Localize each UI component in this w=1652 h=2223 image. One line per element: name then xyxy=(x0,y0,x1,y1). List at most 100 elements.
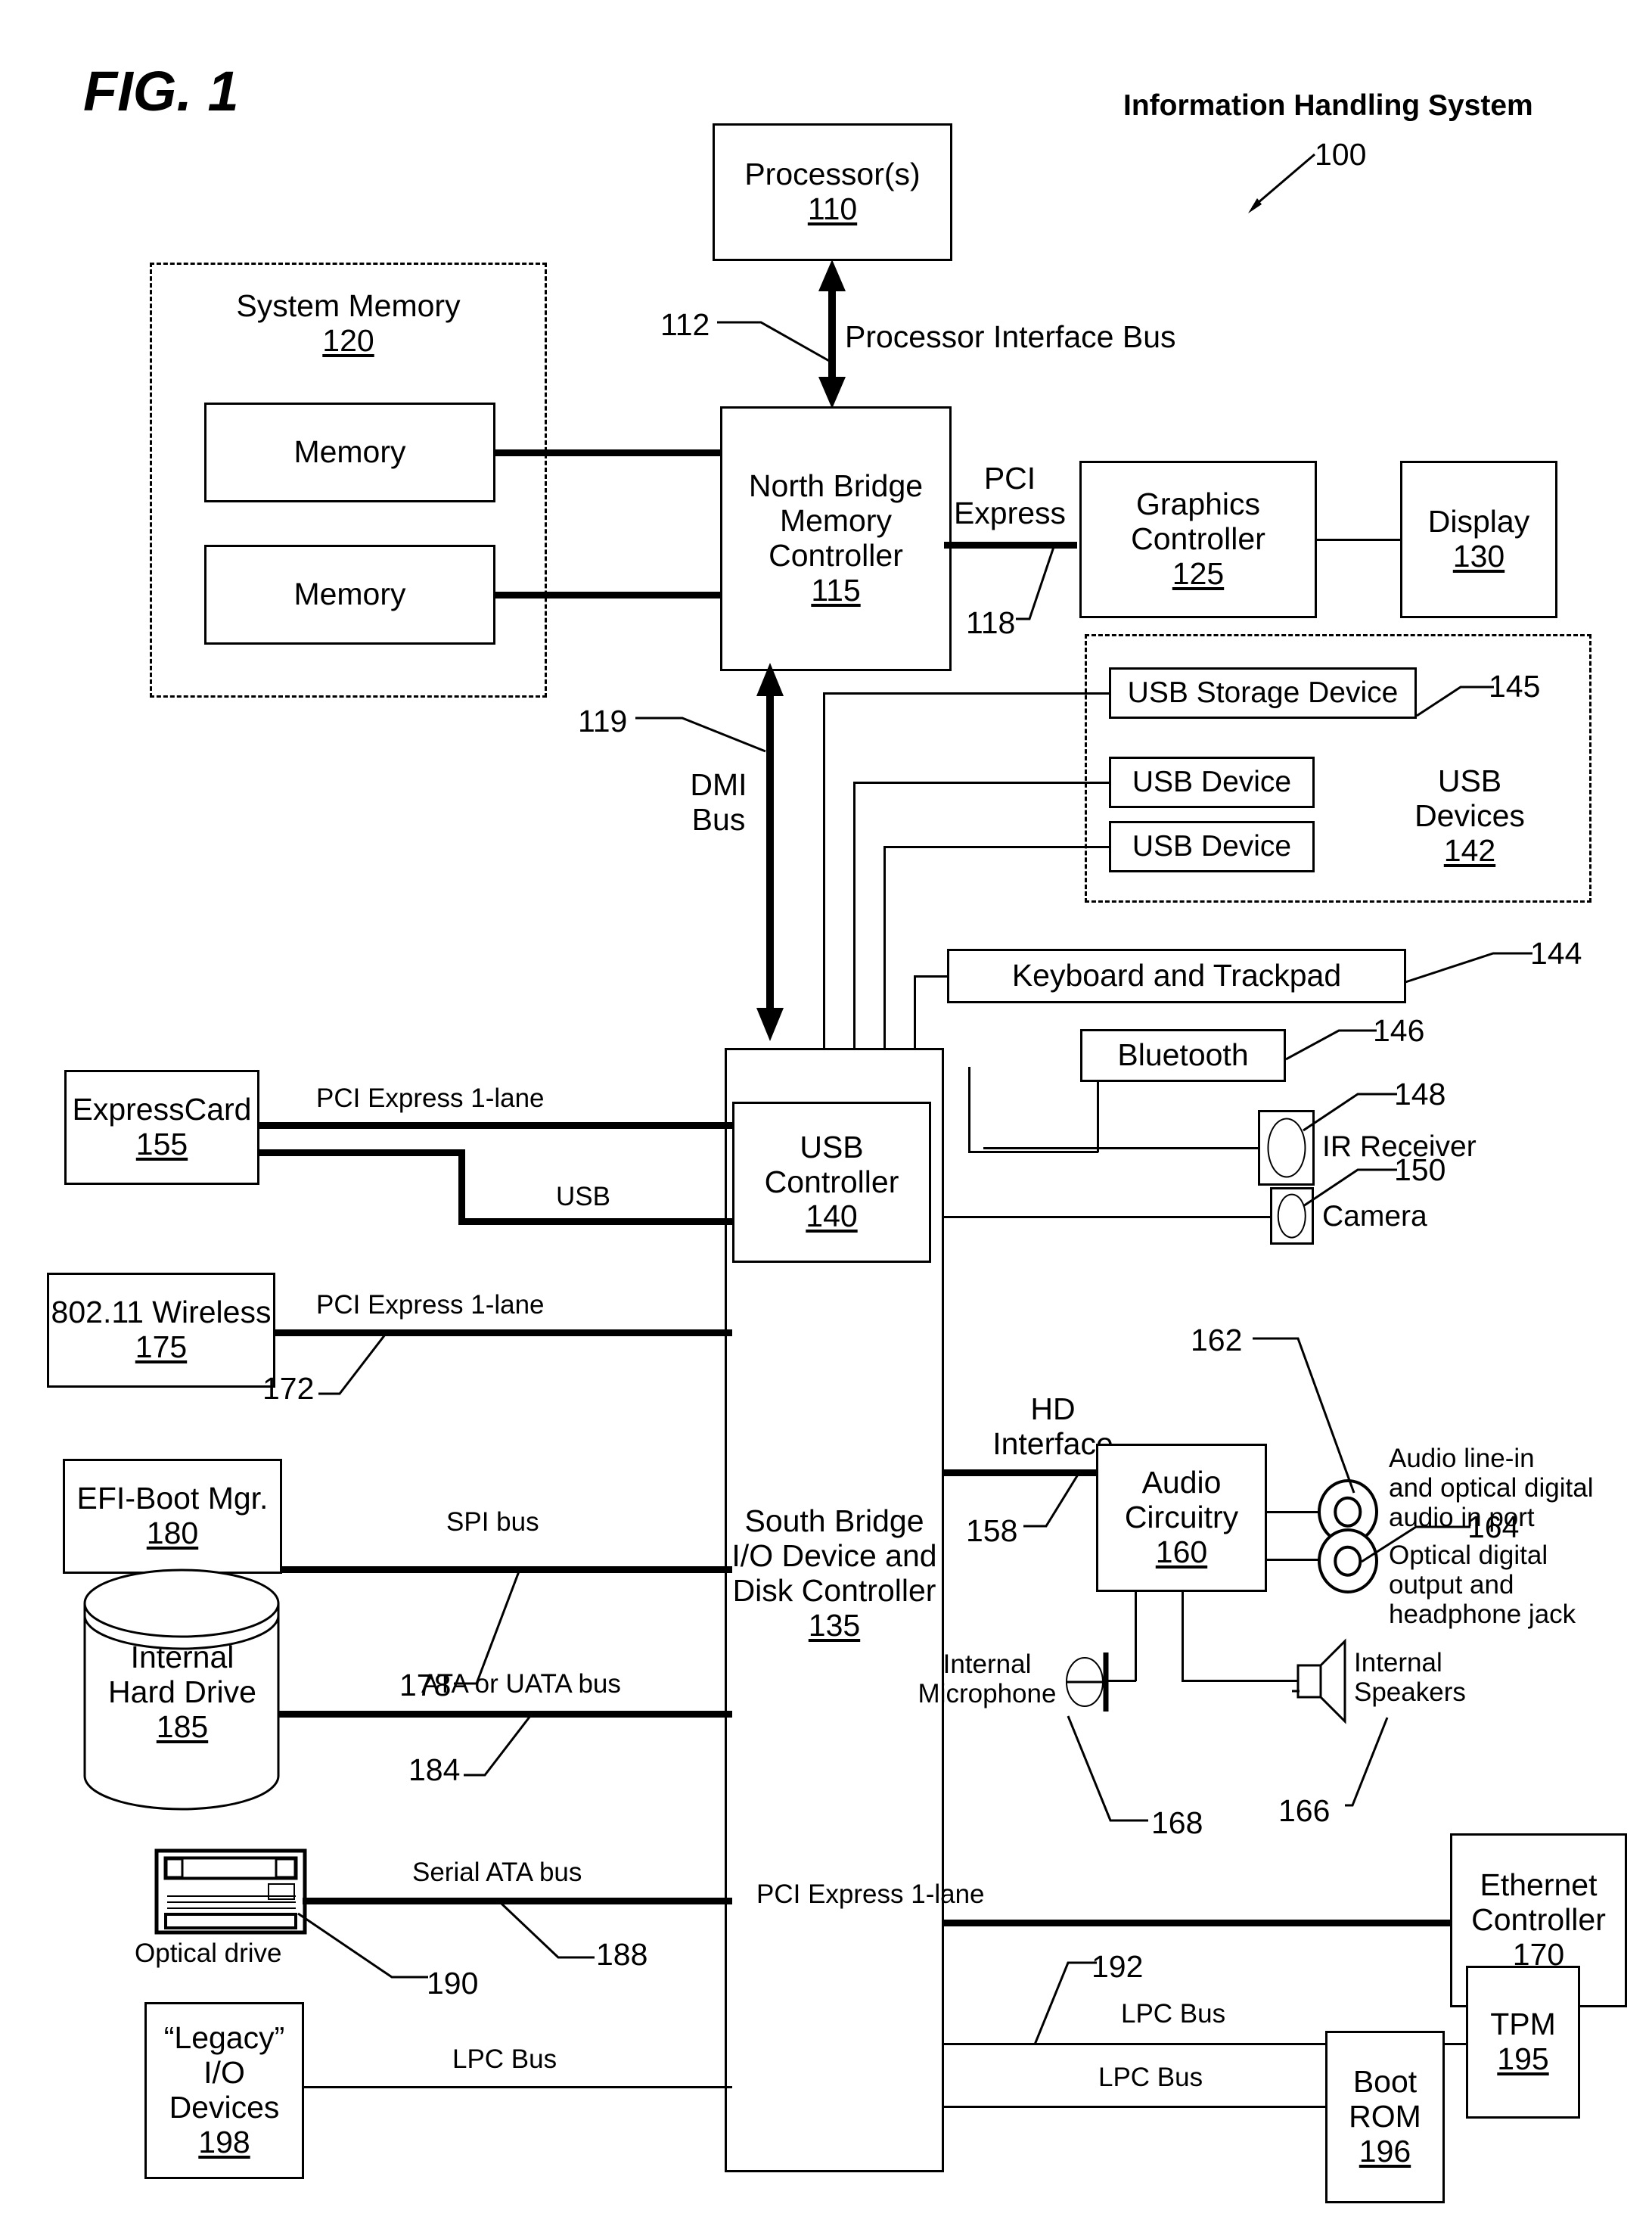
pci-express-gfx-label: PCI Express xyxy=(938,461,1082,531)
graphics-line1: Graphics xyxy=(1135,487,1261,522)
internal-speakers-wire-v xyxy=(1182,1592,1184,1681)
ethernet-pcie-bus xyxy=(942,1920,1452,1926)
boot-rom-line1: Boot xyxy=(1352,2064,1418,2100)
efi-boot-mgr-block[interactable]: EFI-Boot Mgr. 180 xyxy=(63,1459,282,1574)
north-bridge-line1: North Bridge xyxy=(748,468,924,504)
south-bridge-line1: South Bridge xyxy=(744,1503,924,1538)
legacy-lpc-bus-label: LPC Bus xyxy=(452,2044,557,2074)
tpm-ref: 195 xyxy=(1497,2041,1549,2076)
usb-controller-block[interactable]: USB Controller 140 xyxy=(732,1102,931,1263)
legacy-io-block[interactable]: “Legacy” I/O Devices 198 xyxy=(144,2002,304,2179)
tpm-block[interactable]: TPM 195 xyxy=(1466,1966,1580,2119)
wireless-block[interactable]: 802.11 Wireless 175 xyxy=(47,1273,275,1388)
bluetooth-wire-v xyxy=(1097,1082,1099,1152)
processor-interface-bus-label: Processor Interface Bus xyxy=(845,319,1176,354)
ethernet-line2: Controller xyxy=(1471,1902,1606,1938)
keyboard-trackpad-block[interactable]: Keyboard and Trackpad xyxy=(947,949,1406,1003)
bus-ref-118: 118 xyxy=(966,605,1016,640)
legacy-io-line3: Devices xyxy=(169,2090,280,2125)
device-ref-162: 162 xyxy=(1191,1323,1243,1357)
audio-line-in-line1: Audio line-in xyxy=(1389,1444,1535,1473)
memory-block-2[interactable]: Memory xyxy=(204,545,495,645)
expresscard-title: ExpressCard xyxy=(72,1092,252,1127)
device-ref-168-leader xyxy=(1067,1715,1159,1830)
ata-bus-label: ATA or UATA bus xyxy=(421,1669,621,1699)
device-ref-190: 190 xyxy=(427,1966,479,2001)
camera-wire xyxy=(938,1216,1271,1218)
boot-rom-ref: 196 xyxy=(1359,2133,1411,2169)
boot-rom-block[interactable]: Boot ROM 196 xyxy=(1325,2031,1445,2203)
bus-ref-118-leader xyxy=(1016,546,1076,630)
internal-mic-wire-v xyxy=(1135,1592,1137,1681)
usb-controller-line1: USB xyxy=(800,1129,864,1164)
bluetooth-block[interactable]: Bluetooth xyxy=(1080,1029,1286,1082)
legacy-io-line2: I/O xyxy=(203,2055,245,2091)
usb-storage-wire-v xyxy=(823,692,825,1102)
usb-devices-group-label: USB Devices 142 xyxy=(1383,763,1557,869)
efi-boot-mgr-ref: 180 xyxy=(146,1516,199,1550)
device-ref-190-leader xyxy=(297,1912,434,1989)
device-ref-166: 166 xyxy=(1278,1793,1331,1828)
pci-express-gfx-line2: Express xyxy=(953,495,1067,530)
usb-storage-device-block[interactable]: USB Storage Device xyxy=(1109,667,1417,719)
expresscard-block[interactable]: ExpressCard 155 xyxy=(64,1070,259,1185)
audio-circuitry-block[interactable]: Audio Circuitry 160 xyxy=(1096,1444,1267,1592)
bus-ref-184: 184 xyxy=(408,1752,461,1787)
optical-drive-label: Optical drive xyxy=(135,1939,282,1968)
usb-device-2-title: USB Device xyxy=(1132,830,1292,863)
bus-ref-188: 188 xyxy=(596,1937,648,1972)
south-bridge-ref: 135 xyxy=(808,1607,861,1643)
device-ref-162-leader xyxy=(1253,1329,1374,1496)
south-bridge-line2: I/O Device and xyxy=(731,1537,937,1573)
hard-drive-line1: Internal xyxy=(130,1640,234,1674)
system-memory-label: System Memory xyxy=(236,288,461,323)
processor-block[interactable]: Processor(s) 110 xyxy=(713,123,952,261)
device-ref-150-leader xyxy=(1303,1162,1402,1215)
device-ref-150: 150 xyxy=(1394,1152,1446,1187)
display-ref: 130 xyxy=(1452,539,1505,574)
device-ref-168: 168 xyxy=(1151,1805,1203,1840)
usb-device-1-wire-h xyxy=(853,782,1110,784)
usb-devices-ref: 142 xyxy=(1443,832,1496,868)
hard-drive-line2: Hard Drive xyxy=(108,1674,256,1709)
bus-ref-158-leader xyxy=(1023,1474,1099,1535)
usb-controller-ref: 140 xyxy=(806,1199,858,1234)
bus-ref-172-leader xyxy=(318,1334,402,1403)
audio-line-in-line2: and optical digital xyxy=(1389,1473,1594,1503)
device-ref-145-leader xyxy=(1416,679,1500,725)
display-block[interactable]: Display 130 xyxy=(1400,461,1557,618)
south-bridge-line3: Disk Controller xyxy=(732,1572,936,1608)
graphics-display-wire xyxy=(1317,539,1400,541)
device-ref-144-leader xyxy=(1405,946,1538,991)
device-ref-148-leader xyxy=(1303,1087,1402,1139)
north-bridge-block[interactable]: North Bridge Memory Controller 115 xyxy=(720,406,952,671)
memory-1-title: Memory xyxy=(293,434,406,470)
device-ref-166-leader xyxy=(1345,1717,1421,1816)
expresscard-ref: 155 xyxy=(135,1127,188,1161)
north-bridge-line2: Memory xyxy=(779,503,893,539)
system-memory-ref: 120 xyxy=(322,322,374,358)
bluetooth-wire-drop xyxy=(968,1067,970,1152)
legacy-lpc-bus xyxy=(303,2086,732,2088)
ethernet-pcie-label: PCI Express 1-lane xyxy=(756,1879,985,1909)
bus-ref-188-leader xyxy=(499,1901,599,1971)
display-title: Display xyxy=(1427,504,1530,539)
usb-device-block-2[interactable]: USB Device xyxy=(1109,821,1315,872)
internal-speakers-icon xyxy=(1292,1637,1360,1727)
usb-device-block-1[interactable]: USB Device xyxy=(1109,757,1315,808)
graphics-ref: 125 xyxy=(1172,555,1225,591)
optical-drive-icon[interactable] xyxy=(154,1848,307,1935)
device-ref-148: 148 xyxy=(1394,1077,1446,1112)
usb-storage-wire-h xyxy=(823,692,1110,695)
hd-interface-line1: HD xyxy=(1030,1391,1076,1426)
processor-ref: 110 xyxy=(807,191,858,226)
usb-storage-title: USB Storage Device xyxy=(1127,676,1399,710)
graphics-controller-block[interactable]: Graphics Controller 125 xyxy=(1079,461,1317,618)
memory-1-bus xyxy=(494,449,725,456)
bus-ref-172: 172 xyxy=(262,1371,315,1406)
internal-mic-line1: Internal xyxy=(942,1649,1032,1679)
memory-block-1[interactable]: Memory xyxy=(204,403,495,502)
tpm-title: TPM xyxy=(1490,2007,1556,2042)
efi-boot-mgr-title: EFI-Boot Mgr. xyxy=(76,1481,269,1516)
optical-out-wire xyxy=(1267,1559,1324,1561)
